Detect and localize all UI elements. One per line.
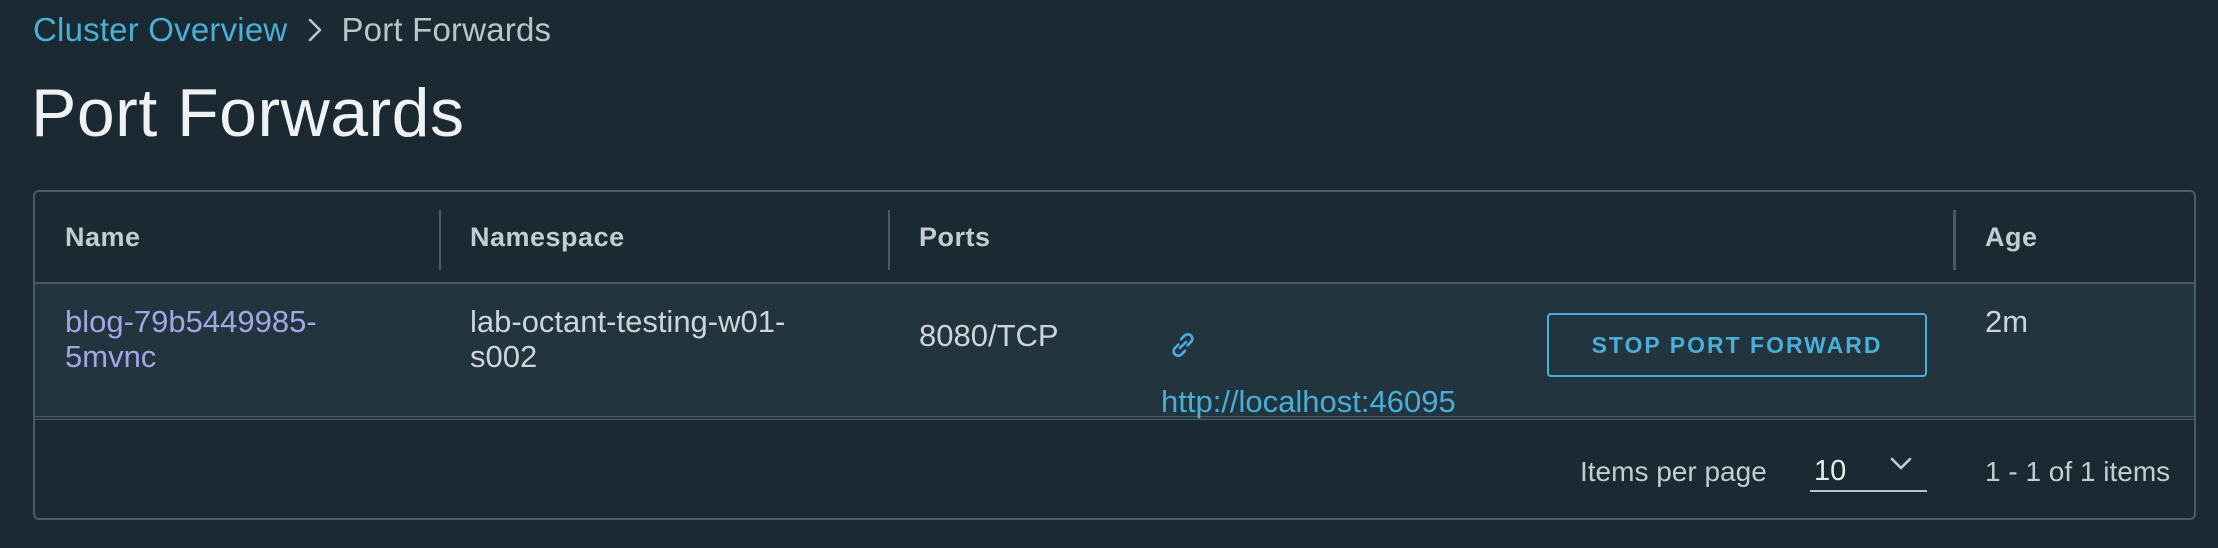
name-cell: blog-79b5449985- 5mvnc [65, 304, 317, 374]
column-header-namespace[interactable]: Namespace [470, 192, 625, 282]
items-per-page-label: Items per page [1580, 456, 1767, 487]
port-forwards-table: Name Namespace Ports Age blog-79b5449985… [33, 190, 2196, 520]
breadcrumb: Cluster Overview Port Forwards [33, 8, 551, 52]
ports-value: 8080/TCP [919, 318, 1059, 353]
items-per-page-select[interactable]: 10 [1810, 442, 1927, 492]
namespace-line: lab-octant-testing-w01- [470, 304, 786, 339]
chevron-down-icon [1890, 456, 1912, 472]
table-header: Name Namespace Ports Age [35, 192, 2194, 284]
pod-name-line: 5mvnc [65, 339, 157, 374]
port-forward-url-link[interactable]: http://localhost:46095 [1161, 384, 1456, 419]
pod-name-line: blog-79b5449985- [65, 304, 317, 339]
namespace-cell: lab-octant-testing-w01- s002 [470, 304, 785, 374]
age-value: 2m [1985, 304, 2029, 339]
stop-port-forward-button[interactable]: STOP PORT FORWARD [1547, 313, 1927, 377]
breadcrumb-cluster-overview-link[interactable]: Cluster Overview [33, 11, 287, 49]
column-header-age[interactable]: Age [1985, 192, 2038, 282]
column-resize-handle[interactable] [1953, 210, 1956, 270]
pagination-range: 1 - 1 of 1 items [1985, 456, 2171, 487]
column-header-ports[interactable]: Ports [919, 192, 991, 282]
column-resize-handle[interactable] [888, 210, 890, 270]
pod-name-link[interactable]: blog-79b5449985- 5mvnc [65, 304, 317, 374]
column-header-name[interactable]: Name [65, 192, 141, 282]
column-resize-handle[interactable] [439, 210, 441, 270]
chevron-right-icon [307, 17, 323, 43]
items-per-page-value: 10 [1814, 455, 1847, 487]
link-icon[interactable] [1166, 328, 1200, 362]
table-footer: Items per page 10 1 - 1 of 1 items [35, 424, 2194, 518]
breadcrumb-current: Port Forwards [341, 11, 552, 48]
namespace-line: s002 [470, 339, 538, 374]
page-title: Port Forwards [31, 75, 465, 151]
table-row: blog-79b5449985- 5mvnc lab-octant-testin… [35, 284, 2194, 420]
